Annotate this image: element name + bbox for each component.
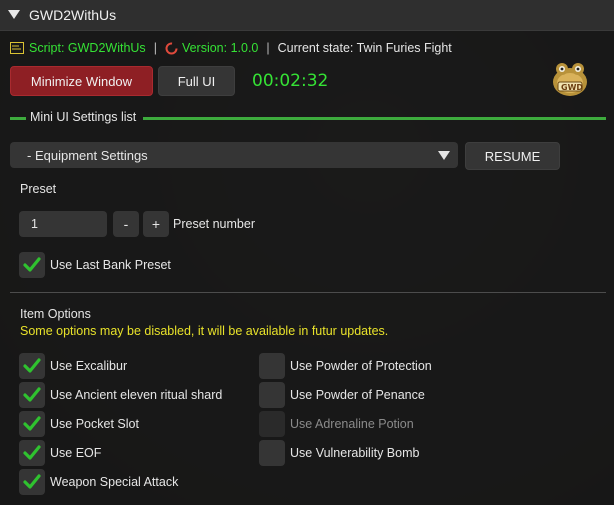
section-line-right [143, 117, 606, 120]
full-ui-button[interactable]: Full UI [158, 66, 235, 96]
script-info-row: Script: GWD2WithUs | Version: 1.0.0 | Cu… [10, 40, 452, 56]
preset-increment-button[interactable]: + [143, 211, 169, 237]
preset-value: 1 [31, 217, 38, 231]
use-eof-label: Use EOF [50, 446, 102, 460]
use-pocket-slot-label: Use Pocket Slot [50, 417, 139, 431]
use-adrenaline-potion-checkbox [259, 411, 285, 437]
resume-button[interactable]: RESUME [465, 142, 560, 170]
minimize-window-button[interactable]: Minimize Window [10, 66, 153, 96]
current-state-label: Current state: Twin Furies Fight [277, 41, 452, 55]
checkmark-icon [23, 387, 41, 402]
use-powder-of-protection-label: Use Powder of Protection [290, 359, 432, 373]
version-label: Version: 1.0.0 [181, 41, 259, 55]
section-line-left [10, 117, 26, 120]
use-pocket-slot-checkbox[interactable] [19, 411, 45, 437]
divider [10, 292, 606, 293]
window-title: GWD2WithUs [29, 7, 117, 23]
use-last-bank-preset-label: Use Last Bank Preset [50, 258, 171, 272]
item-options-heading: Item Options [20, 307, 91, 321]
checkmark-icon [23, 416, 41, 431]
use-powder-of-penance-label: Use Powder of Penance [290, 388, 425, 402]
preset-heading: Preset [20, 182, 57, 196]
mini-ui-section-title: Mini UI Settings list [30, 110, 137, 124]
weapon-special-attack-label: Weapon Special Attack [50, 475, 179, 489]
script-label: Script: GWD2WithUs [29, 41, 146, 55]
preset-decrement-button[interactable]: - [113, 211, 139, 237]
use-ancient-shard-label: Use Ancient eleven ritual shard [50, 388, 223, 402]
chevron-down-icon[interactable] [438, 151, 450, 160]
preset-number-input[interactable]: 1 [19, 211, 107, 237]
settings-dropdown[interactable]: - Equipment Settings [10, 142, 458, 168]
checkmark-icon [23, 257, 41, 272]
separator: | [266, 41, 270, 55]
preset-number-label: Preset number [173, 217, 255, 231]
item-options-note: Some options may be disabled, it will be… [20, 324, 389, 338]
use-last-bank-preset-checkbox[interactable] [19, 252, 45, 278]
use-powder-of-penance-checkbox[interactable] [259, 382, 285, 408]
use-vulnerability-bomb-label: Use Vulnerability Bomb [290, 446, 420, 460]
checkmark-icon [23, 445, 41, 460]
use-excalibur-label: Use Excalibur [50, 359, 128, 373]
use-adrenaline-potion-label: Use Adrenaline Potion [290, 417, 414, 431]
script-window: GWD2WithUs Script: GWD2WithUs | Version:… [0, 0, 614, 505]
use-ancient-shard-checkbox[interactable] [19, 382, 45, 408]
separator: | [153, 41, 157, 55]
title-bar[interactable]: GWD2WithUs [0, 0, 614, 31]
refresh-icon [165, 42, 178, 55]
use-excalibur-checkbox[interactable] [19, 353, 45, 379]
collapse-triangle-icon[interactable] [8, 10, 20, 19]
use-eof-checkbox[interactable] [19, 440, 45, 466]
script-icon [10, 42, 24, 54]
checkmark-icon [23, 358, 41, 373]
logo-text: GWD [561, 83, 584, 92]
elapsed-timer: 00:02:32 [252, 71, 329, 91]
dropdown-value: - Equipment Settings [27, 147, 148, 163]
use-vulnerability-bomb-checkbox[interactable] [259, 440, 285, 466]
frog-logo-icon: GWD [549, 58, 591, 100]
use-powder-of-protection-checkbox[interactable] [259, 353, 285, 379]
checkmark-icon [23, 474, 41, 489]
weapon-special-attack-checkbox[interactable] [19, 469, 45, 495]
